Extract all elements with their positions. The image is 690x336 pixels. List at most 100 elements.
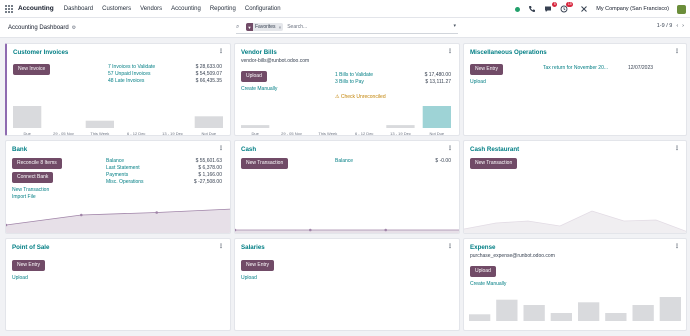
chat-badge: 5: [552, 2, 558, 7]
cash-balance-chart: [235, 228, 459, 233]
pager-next-icon[interactable]: ›: [682, 23, 684, 29]
card-title[interactable]: Cash: [241, 146, 256, 153]
chart-bar: [386, 125, 415, 128]
user-avatar[interactable]: [677, 4, 686, 14]
kebab-menu-icon[interactable]: ⋮: [674, 243, 680, 250]
new-transaction-button[interactable]: New Transaction: [241, 158, 289, 169]
kebab-menu-icon[interactable]: ⋮: [218, 48, 224, 55]
chart-bar: [422, 106, 451, 128]
kebab-menu-icon[interactable]: ⋮: [218, 145, 224, 152]
gear-icon[interactable]: ⚙: [72, 25, 76, 31]
chart-tick-label: 6 - 12 Dec: [127, 131, 145, 136]
upload-link[interactable]: Upload: [12, 275, 28, 281]
vendor-bills-chart: Due 29 - 05 Nov This Week 6 - 12 Dec 13 - 19…: [241, 106, 451, 136]
facet-label: Favorites: [255, 24, 276, 30]
top-navbar: Accounting Dashboard Customers Vendors A…: [0, 0, 690, 18]
card-title[interactable]: Expense: [470, 244, 495, 251]
chart-tick-label: 29 - 05 Nov: [281, 131, 302, 136]
card-title[interactable]: Miscellaneous Operations: [470, 49, 547, 56]
upload-link[interactable]: Upload: [470, 79, 486, 85]
new-invoice-button[interactable]: New Invoice: [13, 64, 51, 75]
menu-item-reporting[interactable]: Reporting: [210, 6, 236, 12]
company-switcher[interactable]: My Company (San Francisco): [596, 6, 669, 12]
tax-return-entry-date: 12/07/2023: [628, 65, 654, 71]
pager-value[interactable]: 1-9 / 9: [657, 23, 673, 29]
tax-return-entry-link[interactable]: Tax return for November 20...: [543, 65, 608, 71]
invoices-to-validate-link[interactable]: 7 Invoices to Validate: [108, 64, 155, 70]
search-bar[interactable]: ⌕ ▼ Favorites × Search... ▾: [236, 21, 458, 34]
late-invoices-link[interactable]: 48 Late Invoices: [108, 78, 144, 84]
chat-icon[interactable]: 5: [544, 2, 558, 13]
kebab-menu-icon[interactable]: ⋮: [674, 48, 680, 55]
new-entry-button[interactable]: New Entry: [241, 260, 275, 271]
create-manually-link[interactable]: Create Manually: [241, 86, 277, 92]
kebab-menu-icon[interactable]: ⋮: [447, 243, 453, 250]
search-input[interactable]: Search...: [287, 24, 307, 30]
reconcile-items-button[interactable]: Reconcile 8 Items: [12, 158, 62, 169]
unpaid-invoices-amount: $ 54,509.07: [195, 71, 222, 77]
menu-item-configuration[interactable]: Configuration: [245, 6, 281, 12]
cash-balance-label[interactable]: Balance: [335, 158, 353, 164]
menu-item-dashboard[interactable]: Dashboard: [64, 6, 93, 12]
search-facet[interactable]: ▼ Favorites ×: [246, 23, 284, 31]
menu-item-vendors[interactable]: Vendors: [140, 6, 162, 12]
new-transaction-button[interactable]: New Transaction: [470, 158, 518, 169]
chart-area: [235, 230, 459, 233]
breadcrumb: Accounting Dashboard ⚙: [8, 25, 76, 31]
menu-item-customers[interactable]: Customers: [102, 6, 131, 12]
new-entry-button[interactable]: New Entry: [470, 64, 504, 75]
card-title[interactable]: Point of Sale: [12, 244, 49, 251]
kebab-menu-icon[interactable]: ⋮: [218, 243, 224, 250]
bank-balance-label[interactable]: Balance: [106, 158, 124, 164]
upload-button[interactable]: Upload: [241, 71, 267, 82]
new-entry-button[interactable]: New Entry: [12, 260, 46, 271]
chart-bar: [632, 305, 654, 321]
cash-balance-amount: $ -0.00: [435, 158, 451, 164]
card-point-of-sale: Point of Sale ⋮ New Entry Upload: [5, 238, 231, 331]
chart-point: [384, 228, 387, 232]
create-manually-link[interactable]: Create Manually: [470, 281, 506, 287]
activity-badge: 15: [566, 2, 574, 7]
chart-bar: [578, 302, 600, 321]
bills-to-pay-link[interactable]: 3 Bills to Pay: [335, 79, 364, 85]
bills-to-validate-link[interactable]: 1 Bills to Validate: [335, 72, 373, 78]
kebab-menu-icon[interactable]: ⋮: [674, 145, 680, 152]
presence-status-icon[interactable]: [515, 6, 521, 12]
unpaid-invoices-link[interactable]: 57 Unpaid Invoices: [108, 71, 151, 77]
filter-icon: ▼: [246, 23, 253, 31]
menu-item-accounting[interactable]: Accounting: [171, 6, 201, 12]
kebab-menu-icon[interactable]: ⋮: [447, 145, 453, 152]
upload-link[interactable]: Upload: [241, 275, 257, 281]
page-title: Accounting Dashboard: [8, 24, 69, 31]
kebab-menu-icon[interactable]: ⋮: [447, 48, 453, 55]
new-transaction-link[interactable]: New Transaction: [12, 187, 49, 193]
card-title[interactable]: Customer Invoices: [13, 49, 68, 56]
payments-label[interactable]: Payments: [106, 172, 128, 178]
card-title[interactable]: Vendor Bills: [241, 49, 277, 56]
last-statement-label[interactable]: Last Statement: [106, 165, 140, 171]
upload-button[interactable]: Upload: [470, 266, 496, 277]
card-title[interactable]: Salaries: [241, 244, 265, 251]
settings-tools-icon[interactable]: [580, 5, 588, 13]
chart-bar: [241, 125, 270, 128]
card-expense: Expense ⋮ purchase_expense@runbot.odoo.c…: [463, 238, 687, 331]
chart-bar: [13, 106, 42, 128]
pager-prev-icon[interactable]: ‹: [676, 23, 678, 29]
chart-tick-label: 6 - 12 Dec: [355, 131, 373, 136]
bank-balance-amount: $ 55,601.63: [195, 158, 222, 164]
phone-icon[interactable]: [528, 5, 536, 13]
chevron-down-icon[interactable]: ▾: [453, 23, 456, 29]
chart-point: [155, 211, 158, 214]
app-name[interactable]: Accounting: [18, 5, 54, 12]
card-title[interactable]: Bank: [12, 146, 27, 153]
check-unreconciled-link[interactable]: ⚠ Check Unreconciled: [335, 94, 386, 100]
card-title[interactable]: Cash Restaurant: [470, 146, 519, 153]
apps-menu-icon[interactable]: [4, 4, 14, 14]
import-file-link[interactable]: Import File: [12, 194, 36, 200]
misc-operations-label[interactable]: Misc. Operations: [106, 179, 144, 185]
connect-bank-button[interactable]: Connect Bank: [12, 172, 54, 183]
activity-clock-icon[interactable]: 15: [560, 2, 574, 13]
close-icon[interactable]: ×: [279, 25, 282, 30]
chart-tick-label: 29 - 05 Nov: [53, 131, 74, 136]
pager: 1-9 / 9 ‹ ›: [657, 23, 684, 29]
